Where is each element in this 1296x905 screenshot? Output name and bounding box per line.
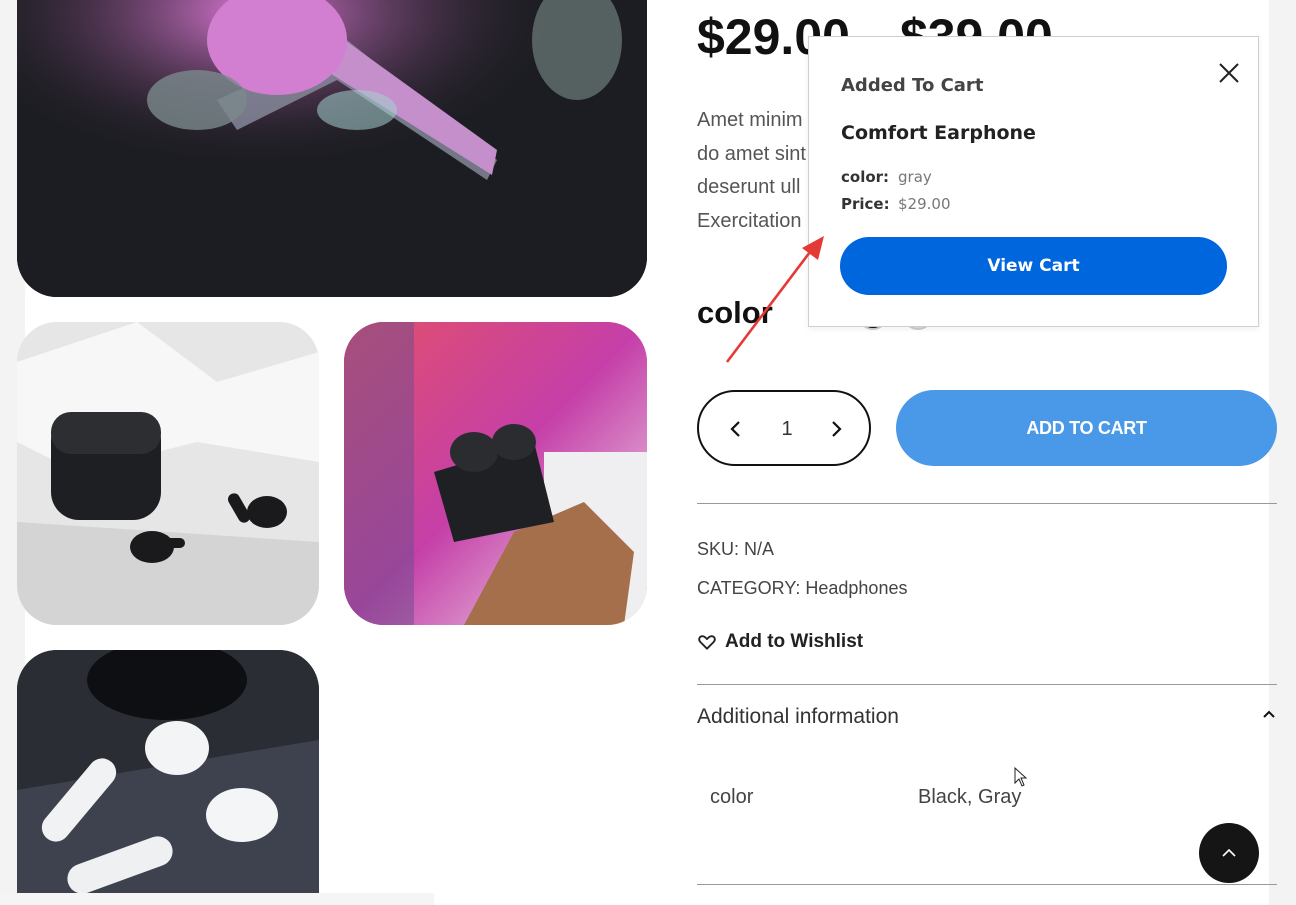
attribute-value: Black, Gray [918, 786, 1022, 808]
chevron-left-icon [730, 421, 740, 437]
product-image-main[interactable] [17, 0, 647, 297]
divider [697, 503, 1277, 504]
added-to-cart-popup: Added To Cart Comfort Earphone color: gra… [808, 36, 1259, 327]
earphone-photo-pink [17, 0, 647, 297]
product-image-aukey-white[interactable] [17, 322, 319, 625]
popup-heading: Added To Cart [841, 75, 984, 96]
quantity-decrease-button[interactable] [721, 414, 751, 444]
popup-price-row: Price: $29.00 [841, 195, 951, 213]
popup-price-key: Price: [841, 195, 890, 213]
quantity-value[interactable]: 1 [769, 418, 805, 441]
add-to-cart-button[interactable]: ADD TO CART [896, 390, 1277, 466]
divider [697, 884, 1277, 885]
earbuds-photo-hand [344, 322, 647, 625]
quantity-stepper: 1 [697, 390, 871, 466]
wishlist-label: Add to Wishlist [725, 631, 864, 652]
sku-text: SKU: N/A [697, 539, 775, 559]
chevron-right-icon [832, 421, 842, 437]
additional-information-toggle[interactable]: Additional information [697, 705, 899, 729]
divider [697, 684, 1277, 685]
add-to-wishlist-link[interactable]: Add to Wishlist [697, 631, 863, 653]
category-label: CATEGORY: [697, 578, 806, 598]
heart-icon [698, 635, 716, 650]
category-row: CATEGORY: Headphones [697, 578, 907, 599]
earbuds-photo-white-bg [17, 322, 319, 625]
popup-product-name: Comfort Earphone [841, 122, 1036, 144]
scroll-to-top-button[interactable] [1199, 823, 1259, 883]
earbuds-photo-dark-bg [17, 650, 319, 905]
popup-color-row: color: gray [841, 168, 932, 186]
category-link[interactable]: Headphones [805, 578, 907, 598]
view-cart-button[interactable]: View Cart [840, 237, 1227, 295]
arrow-up-icon [1222, 848, 1236, 857]
attribute-name: color [710, 786, 754, 808]
product-image-aukey-hand[interactable] [344, 322, 647, 625]
quantity-increase-button[interactable] [821, 414, 851, 444]
close-icon[interactable] [1217, 61, 1241, 85]
page-side-strip-right [1269, 0, 1296, 905]
annotation-arrow-icon [725, 236, 824, 363]
popup-price-value: $29.00 [898, 195, 951, 213]
popup-color-value: gray [898, 168, 932, 186]
product-image-airpods[interactable] [17, 650, 319, 905]
popup-color-key: color: [841, 168, 890, 186]
mouse-cursor-icon [1014, 767, 1028, 787]
chevron-up-icon[interactable] [1260, 705, 1278, 723]
horizontal-scrollbar[interactable] [0, 893, 434, 905]
